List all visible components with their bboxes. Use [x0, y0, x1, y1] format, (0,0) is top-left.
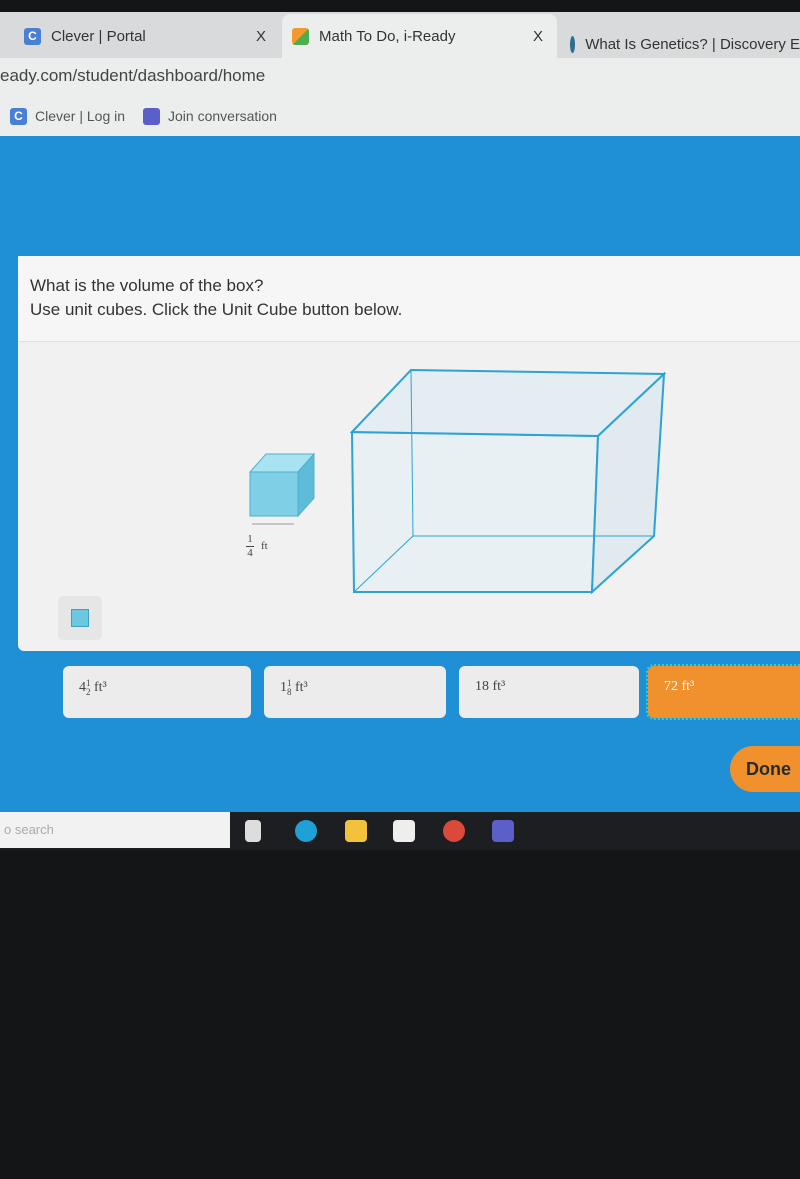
bookmark-join-conversation[interactable]: Join conversation: [168, 108, 277, 124]
question-text: What is the volume of the box?: [30, 276, 264, 295]
done-button[interactable]: Done: [730, 746, 800, 792]
close-icon[interactable]: X: [533, 28, 543, 45]
unit-cube-button[interactable]: [58, 596, 102, 640]
discovery-globe-icon: [570, 35, 576, 53]
store-icon[interactable]: [393, 820, 415, 842]
iready-cube-icon: [292, 27, 309, 45]
edge-icon[interactable]: [295, 820, 317, 842]
taskbar-search[interactable]: o search: [0, 812, 230, 848]
question-card: What is the volume of the box? Use unit …: [18, 256, 800, 651]
url-text: eady.com/student/dashboard/home: [0, 66, 266, 85]
box-figure: [349, 368, 667, 595]
file-explorer-icon[interactable]: [345, 820, 367, 842]
clever-icon: C: [10, 107, 27, 125]
taskbar: o search: [0, 812, 800, 850]
answer-option-3[interactable]: 18 ft³: [459, 666, 639, 718]
teams-icon[interactable]: [492, 820, 514, 842]
tab-iready[interactable]: Math To Do, i-Ready X: [282, 14, 557, 58]
answer-option-2[interactable]: 118 ft³: [264, 666, 446, 718]
tab-strip: C Clever | Portal X Math To Do, i-Ready …: [0, 12, 800, 60]
answer-option-1[interactable]: 412 ft³: [63, 666, 251, 718]
answer-option-4-selected[interactable]: 72 ft³: [646, 664, 800, 720]
tab-title: Math To Do, i-Ready: [319, 27, 456, 45]
tab-title: Clever | Portal: [51, 27, 146, 45]
unit-cube-dimension: 1 4: [246, 533, 254, 559]
cube-icon: [71, 609, 89, 627]
tab-title: What Is Genetics? | Discovery E: [585, 35, 800, 53]
figure: [248, 368, 667, 595]
unit-cube-icon: [248, 452, 316, 525]
clever-icon: C: [24, 27, 41, 45]
bookmarks-bar: C Clever | Log in Join conversation: [0, 96, 800, 136]
question-instruction: Use unit cubes. Click the Unit Cube butt…: [30, 300, 403, 319]
close-icon[interactable]: X: [256, 28, 266, 45]
lesson-area: What is the volume of the box? Use unit …: [0, 136, 800, 812]
address-bar[interactable]: eady.com/student/dashboard/home: [0, 58, 800, 96]
teams-icon: [143, 107, 161, 125]
chrome-icon[interactable]: [443, 820, 465, 842]
bookmark-clever[interactable]: Clever | Log in: [35, 108, 125, 124]
tab-clever[interactable]: C Clever | Portal X: [0, 14, 280, 58]
unit-label: ft: [261, 540, 268, 552]
question-prompt: What is the volume of the box? Use unit …: [18, 256, 800, 342]
task-view-icon[interactable]: [245, 820, 261, 842]
